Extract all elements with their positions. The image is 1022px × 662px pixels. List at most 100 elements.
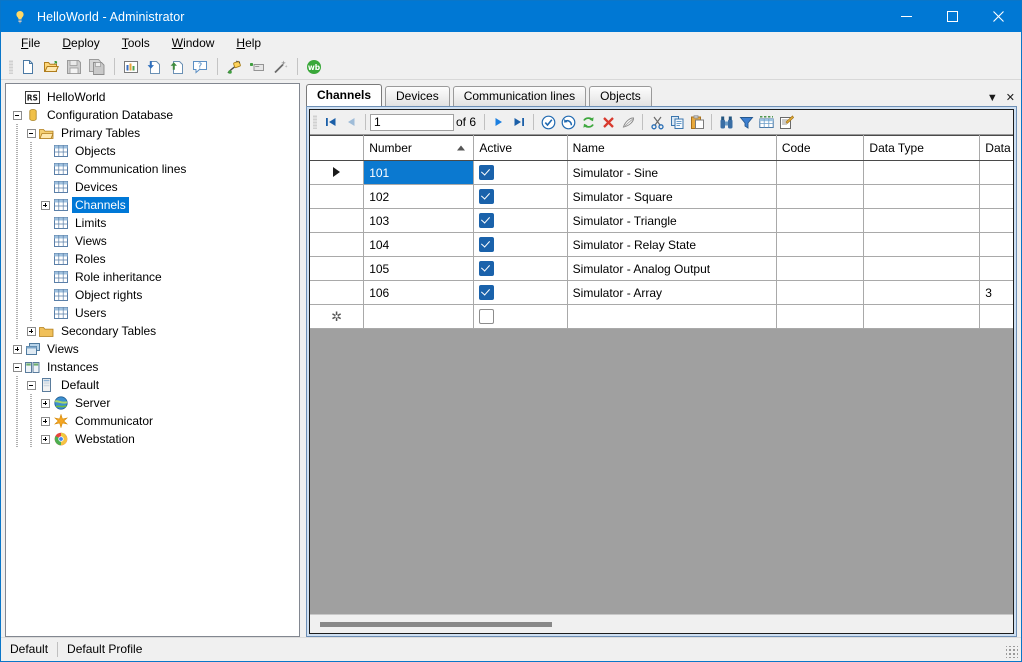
tree-expander-plus[interactable] [10, 340, 24, 358]
table-row[interactable]: 105 Simulator - Analog Output Input/outp… [310, 256, 1013, 281]
cell-code[interactable] [776, 256, 865, 281]
cell-name[interactable]: Simulator - Square [567, 184, 777, 209]
auto-size-columns-icon[interactable] [756, 112, 776, 132]
checkbox-checked-icon[interactable] [479, 237, 495, 253]
tree-node-webstation[interactable]: Webstation [10, 430, 299, 448]
tab-devices[interactable]: Devices [385, 86, 450, 106]
cell-data-length[interactable]: 3 [979, 280, 1013, 305]
column-header-data-type[interactable]: Data Type [863, 135, 981, 161]
cell-data-type[interactable] [863, 280, 981, 305]
column-header-data-length[interactable]: Data Length [979, 135, 1013, 161]
upload-icon[interactable] [166, 56, 188, 78]
row-selector[interactable] [310, 256, 365, 281]
next-record-icon[interactable] [489, 112, 509, 132]
cell-data-type[interactable] [863, 256, 981, 281]
open-folder-icon[interactable] [40, 56, 62, 78]
cell-name[interactable]: Simulator - Analog Output [567, 256, 777, 281]
wand-icon[interactable] [269, 56, 291, 78]
checkbox-checked-icon[interactable] [479, 189, 495, 205]
minimize-button[interactable] [883, 1, 929, 32]
copy-icon[interactable] [667, 112, 687, 132]
cancel-changes-icon[interactable] [558, 112, 578, 132]
row-selector-new[interactable]: ✲ [310, 304, 365, 329]
menu-file[interactable]: File [10, 33, 51, 53]
toolbar-grip[interactable] [9, 59, 13, 74]
tree-node-instances[interactable]: Instances [10, 358, 299, 376]
column-header-number[interactable]: Number [363, 135, 475, 161]
cell-number[interactable]: 104 [363, 232, 475, 257]
row-selector[interactable] [310, 208, 365, 233]
cell-data-length[interactable] [979, 184, 1013, 209]
table-row[interactable]: 102 Simulator - Square Input Enterp [310, 184, 1013, 209]
cell-number[interactable]: 101 [363, 160, 475, 185]
cell-code[interactable] [776, 232, 865, 257]
tree-expander-plus[interactable] [38, 196, 52, 214]
refresh-icon[interactable] [578, 112, 598, 132]
checkbox-unchecked-icon[interactable] [479, 309, 495, 325]
tree-node-primary-tables[interactable]: Primary Tables [10, 124, 299, 142]
row-selector[interactable] [310, 232, 365, 257]
cell-data-type[interactable] [863, 160, 981, 185]
data-grid-scroll-area[interactable]: Number Active Name Code Data Type Data L… [310, 135, 1013, 614]
cell-name[interactable]: Simulator - Sine [567, 160, 777, 185]
column-header-active[interactable]: Active [473, 135, 568, 161]
row-selector-current[interactable] [310, 160, 365, 185]
download-icon[interactable] [143, 56, 165, 78]
cell-code[interactable] [776, 160, 865, 185]
current-page-input[interactable]: 1 [370, 113, 454, 131]
chevron-down-icon[interactable]: ▼ [987, 93, 998, 104]
tree-node-views-table[interactable]: Views [10, 232, 299, 250]
cell-name[interactable]: Simulator - Triangle [567, 208, 777, 233]
tree-node-secondary-tables[interactable]: Secondary Tables [10, 322, 299, 340]
cut-icon[interactable] [647, 112, 667, 132]
chart-icon[interactable] [120, 56, 142, 78]
column-header-name[interactable]: Name [567, 135, 777, 161]
menu-tools[interactable]: Tools [111, 33, 161, 53]
tree-node-limits[interactable]: Limits [10, 214, 299, 232]
cell-data-type[interactable] [863, 208, 981, 233]
checkbox-checked-icon[interactable] [479, 261, 495, 277]
cell-data-length[interactable] [979, 160, 1013, 185]
cell-code[interactable] [776, 304, 865, 329]
cell-active[interactable] [473, 184, 568, 209]
properties-icon[interactable] [776, 112, 796, 132]
tree-node-roles[interactable]: Roles [10, 250, 299, 268]
cell-active[interactable] [473, 304, 568, 329]
resize-grip-icon[interactable] [1006, 646, 1018, 658]
cell-number[interactable]: 106 [363, 280, 475, 305]
tree-node-objects[interactable]: Objects [10, 142, 299, 160]
table-row[interactable]: 106 Simulator - Array 3 Input Enterp [310, 280, 1013, 305]
accept-changes-icon[interactable] [538, 112, 558, 132]
cell-data-length[interactable] [979, 256, 1013, 281]
tree-node-communication-lines[interactable]: Communication lines [10, 160, 299, 178]
table-row[interactable]: 103 Simulator - Triangle Input Enterp [310, 208, 1013, 233]
tree-node-object-rights[interactable]: Object rights [10, 286, 299, 304]
checkbox-checked-icon[interactable] [479, 165, 495, 181]
horizontal-scrollbar[interactable] [310, 614, 1013, 633]
tree-node-devices[interactable]: Devices [10, 178, 299, 196]
menu-window[interactable]: Window [161, 33, 226, 53]
cell-name[interactable]: Simulator - Array [567, 280, 777, 305]
tree-expander-minus[interactable] [10, 358, 24, 376]
cell-code[interactable] [776, 280, 865, 305]
webstation-icon[interactable]: wb [303, 56, 325, 78]
checkbox-checked-icon[interactable] [479, 213, 495, 229]
cell-name[interactable] [567, 304, 777, 329]
horizontal-scrollbar-thumb[interactable] [320, 621, 552, 627]
tree-expander-plus[interactable] [38, 412, 52, 430]
save-all-icon[interactable] [86, 56, 108, 78]
cell-active[interactable] [473, 256, 568, 281]
cell-code[interactable] [776, 208, 865, 233]
tree-node-role-inheritance[interactable]: Role inheritance [10, 268, 299, 286]
filter-funnel-icon[interactable] [736, 112, 756, 132]
cell-data-length[interactable] [979, 304, 1013, 329]
cell-number[interactable]: 102 [363, 184, 475, 209]
previous-record-icon[interactable] [341, 112, 361, 132]
close-button[interactable] [975, 1, 1021, 32]
row-selector[interactable] [310, 184, 365, 209]
tree-expander-plus[interactable] [38, 430, 52, 448]
plug-connect-icon[interactable] [223, 56, 245, 78]
last-record-icon[interactable] [509, 112, 529, 132]
tree-expander-plus[interactable] [38, 394, 52, 412]
tab-communication-lines[interactable]: Communication lines [452, 86, 587, 106]
